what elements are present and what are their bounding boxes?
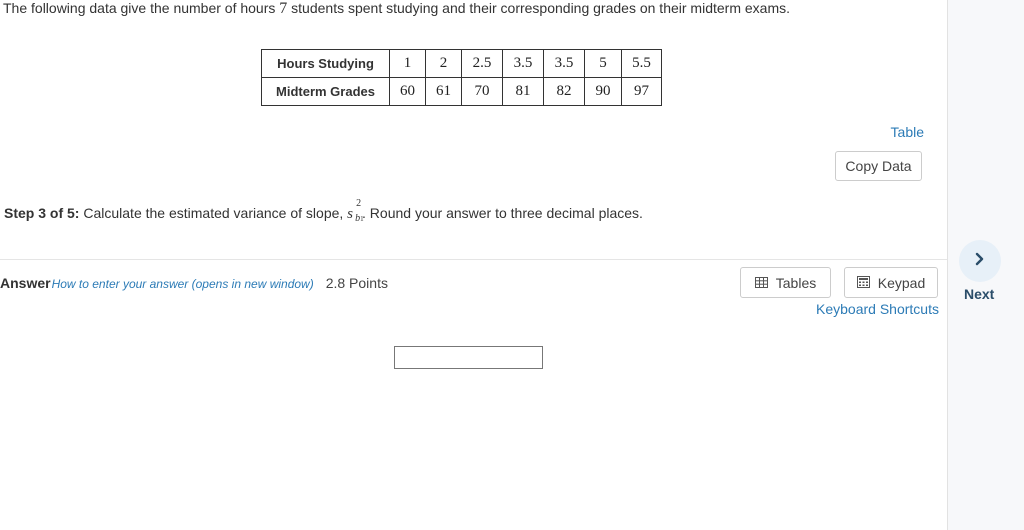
table-cell: 70	[461, 77, 503, 106]
tables-button[interactable]: Tables	[740, 267, 831, 298]
keyboard-shortcuts-link[interactable]: Keyboard Shortcuts	[816, 301, 939, 317]
step-label: Step 3 of 5:	[4, 205, 80, 221]
table-cell: 3.5	[502, 49, 544, 78]
table-cell: 61	[425, 77, 462, 106]
step-text-end: . Round your answer to three decimal pla…	[362, 205, 643, 221]
question-intro: The following data give the number of ho…	[3, 0, 790, 18]
row-header-hours: Hours Studying	[261, 49, 390, 78]
table-cell: 97	[621, 77, 662, 106]
copy-data-button[interactable]: Copy Data	[835, 151, 922, 181]
help-link[interactable]: How to enter your answer (opens in new w…	[52, 277, 314, 291]
table-link[interactable]: Table	[891, 124, 924, 140]
slope-variance-symbol: s 2 b1	[347, 198, 364, 224]
step-text: Calculate the estimated variance of slop…	[79, 205, 348, 221]
answer-row: AnswerHow to enter your answer (opens in…	[0, 275, 388, 293]
data-table: Hours Studying 1 2 2.5 3.5 3.5 5 5.5 Mid…	[261, 49, 662, 106]
keypad-icon	[856, 275, 870, 291]
table-cell: 2.5	[461, 49, 503, 78]
intro-text-end: students spent studying and their corres…	[287, 0, 790, 16]
keypad-label: Keypad	[877, 274, 926, 291]
table-cell: 60	[389, 77, 426, 106]
next-button[interactable]	[959, 240, 1001, 282]
next-label[interactable]: Next	[964, 286, 994, 302]
answer-label: Answer	[0, 275, 51, 291]
answer-input[interactable]	[394, 346, 543, 369]
table-cell: 81	[502, 77, 544, 106]
points-label: 2.8 Points	[325, 275, 388, 291]
table-row-hours: Hours Studying 1 2 2.5 3.5 3.5 5 5.5	[261, 49, 662, 78]
table-cell: 1	[389, 49, 426, 78]
step-instruction: Step 3 of 5: Calculate the estimated var…	[4, 198, 643, 224]
table-cell: 2	[425, 49, 462, 78]
table-cell: 82	[543, 77, 585, 106]
table-cell: 90	[584, 77, 622, 106]
keypad-button[interactable]: Keypad	[844, 267, 938, 298]
table-cell: 5	[584, 49, 622, 78]
intro-text-start: The following data give the number of ho…	[3, 0, 280, 16]
table-row-grades: Midterm Grades 60 61 70 81 82 90 97	[261, 77, 662, 106]
section-divider	[0, 259, 947, 260]
table-cell: 3.5	[543, 49, 585, 78]
tables-label: Tables	[775, 274, 817, 291]
row-header-grades: Midterm Grades	[261, 77, 390, 106]
table-cell: 5.5	[621, 49, 662, 78]
table-grid-icon	[754, 275, 768, 291]
chevron-right-icon	[974, 252, 986, 271]
